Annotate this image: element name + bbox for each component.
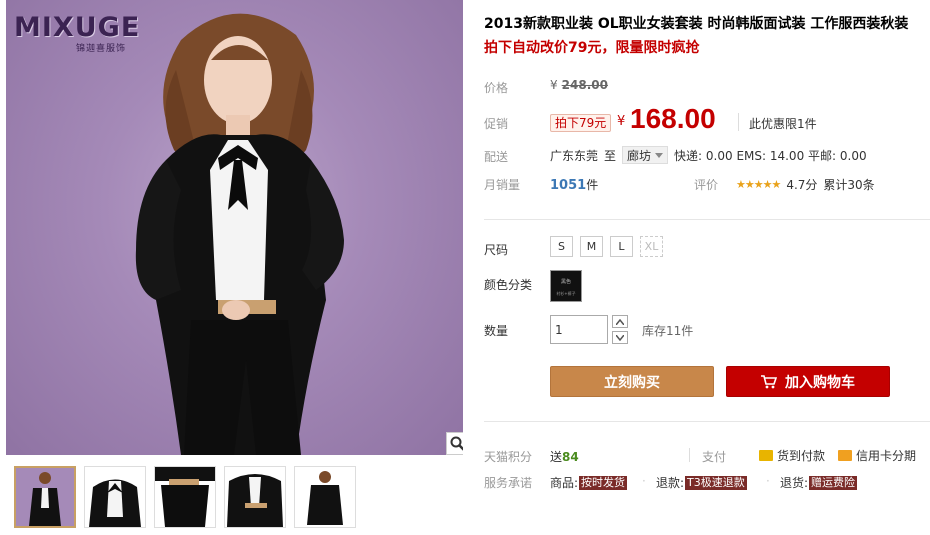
payment-installment[interactable]: 信用卡分期 (838, 447, 916, 464)
quantity-decrease-button[interactable] (612, 331, 628, 344)
promo-limit-text: 此优惠限1件 (749, 117, 817, 131)
cash-icon (759, 450, 773, 461)
service-return[interactable]: 退货: 赠运费险 (780, 474, 858, 491)
rating-score: 4.7分 (786, 178, 818, 192)
add-to-cart-button[interactable]: 加入购物车 (726, 366, 890, 397)
thumbnail-5[interactable] (294, 466, 356, 528)
points-prefix: 送 (550, 450, 563, 464)
divider (484, 421, 930, 422)
thumbnail-image (295, 467, 355, 527)
quantity-increase-button[interactable] (612, 315, 628, 328)
shipping-to-word: 至 (604, 148, 617, 163)
services-label: 服务承诺 (484, 476, 533, 490)
brand-logo-text: MIXUGE (14, 12, 141, 43)
sales-unit: 件 (586, 178, 599, 192)
shipping-fees: 快递: 0.00 EMS: 14.00 平邮: 0.00 (674, 148, 867, 163)
payment-separator (689, 448, 690, 462)
swatch-subtext: 衬衫+裤子 (556, 290, 575, 296)
product-subtitle: 拍下自动改价79元，限量限时疯抢 (484, 40, 700, 56)
quantity-input[interactable] (550, 315, 608, 344)
service-refund-label: 退款: (656, 476, 685, 490)
promo-price: 168.00 (630, 103, 716, 134)
size-options: S M L XL (550, 236, 663, 257)
destination-select[interactable]: 廊坊 (622, 146, 669, 164)
points-value: 84 (562, 450, 579, 464)
shipping-label: 配送 (484, 150, 509, 164)
shipping-origin: 广东东莞 (550, 148, 599, 163)
swatch-text: 黑色 (561, 278, 571, 285)
original-price: ¥248.00 (550, 78, 608, 92)
points-label: 天猫积分 (484, 450, 533, 464)
size-option-l[interactable]: L (610, 236, 633, 257)
size-option-xl[interactable]: XL (640, 236, 663, 257)
color-label: 颜色分类 (484, 278, 533, 292)
product-info-panel: 2013新款职业装 OL职业女装套装 时尚韩版面试装 工作服西装秋装 拍下自动改… (484, 0, 930, 535)
promo-separator (738, 113, 739, 131)
points-info: 送84 (550, 448, 579, 465)
stock-count: 库存11件 (642, 324, 694, 338)
shipping-info: 广东东莞 至 廊坊 快递: 0.00 EMS: 14.00 平邮: 0.00 (550, 146, 867, 164)
promo-tag: 拍下79元 (550, 114, 612, 132)
monthly-sales: 1051件 (550, 176, 598, 193)
product-title: 2013新款职业装 OL职业女装套装 时尚韩版面试装 工作服西装秋装 (484, 16, 909, 32)
rating[interactable]: ★★★★★ 4.7分 累计30条 (736, 176, 875, 193)
product-gallery: MIXUGE 锦迦喜服饰 (0, 0, 470, 535)
size-option-s[interactable]: S (550, 236, 573, 257)
thumbnail-image (16, 468, 74, 526)
review-count: 累计30条 (823, 178, 875, 192)
service-return-tag: 赠运费险 (809, 475, 858, 490)
payment-installment-label: 信用卡分期 (856, 449, 917, 463)
chevron-down-icon (616, 334, 624, 341)
thumbnail-image (155, 467, 215, 527)
swatch-image: 黑色 衬衫+裤子 (551, 271, 581, 301)
service-return-label: 退货: (780, 476, 809, 490)
cart-icon (761, 374, 777, 388)
promo-label: 促销 (484, 117, 509, 131)
buy-now-label: 立刻购买 (604, 374, 660, 391)
service-goods[interactable]: 商品: 按时发货 (550, 474, 628, 491)
size-option-m[interactable]: M (580, 236, 603, 257)
thumbnail-image (225, 467, 285, 527)
service-refund[interactable]: 退款: T3极速退款 (656, 474, 747, 491)
separator-dot: · (642, 474, 646, 488)
zoom-button[interactable] (446, 432, 463, 455)
magnifier-icon (450, 436, 463, 451)
brand-logo-subtext: 锦迦喜服饰 (76, 44, 127, 54)
payment-label: 支付 (702, 450, 727, 464)
original-price-value: 248.00 (561, 78, 608, 92)
destination-value: 廊坊 (627, 148, 652, 163)
service-goods-label: 商品: (550, 476, 579, 490)
payment-cod-label: 货到付款 (777, 449, 826, 463)
main-product-image[interactable]: MIXUGE 锦迦喜服饰 (6, 0, 463, 455)
thumbnail-3[interactable] (154, 466, 216, 528)
thumbnail-2[interactable] (84, 466, 146, 528)
rating-label: 评价 (694, 178, 719, 192)
add-to-cart-label: 加入购物车 (785, 374, 855, 391)
credit-card-icon (838, 450, 852, 461)
thumbnail-image (85, 467, 145, 527)
sales-label: 月销量 (484, 178, 521, 192)
separator-dot: · (766, 474, 770, 488)
chevron-up-icon (616, 318, 624, 325)
thumbnail-strip (6, 460, 463, 532)
service-goods-tag: 按时发货 (579, 475, 628, 490)
star-rating-icon: ★★★★★ (736, 178, 781, 191)
brand-logo: MIXUGE 锦迦喜服饰 (14, 10, 174, 54)
sales-count: 1051 (550, 178, 587, 193)
currency-symbol: ¥ (550, 78, 558, 92)
chevron-down-icon (655, 152, 664, 158)
thumbnail-4[interactable] (224, 466, 286, 528)
service-refund-tag: T3极速退款 (685, 475, 747, 490)
payment-cod[interactable]: 货到付款 (759, 447, 825, 464)
price-label: 价格 (484, 81, 509, 95)
color-swatch-black[interactable]: 黑色 衬衫+裤子 (550, 270, 582, 302)
buy-now-button[interactable]: 立刻购买 (550, 366, 714, 397)
divider (484, 219, 930, 220)
promo-currency-symbol: ¥ (617, 114, 626, 129)
size-label: 尺码 (484, 243, 509, 257)
thumbnail-1[interactable] (14, 466, 76, 528)
quantity-label: 数量 (484, 324, 509, 338)
model-illustration (135, 13, 344, 455)
